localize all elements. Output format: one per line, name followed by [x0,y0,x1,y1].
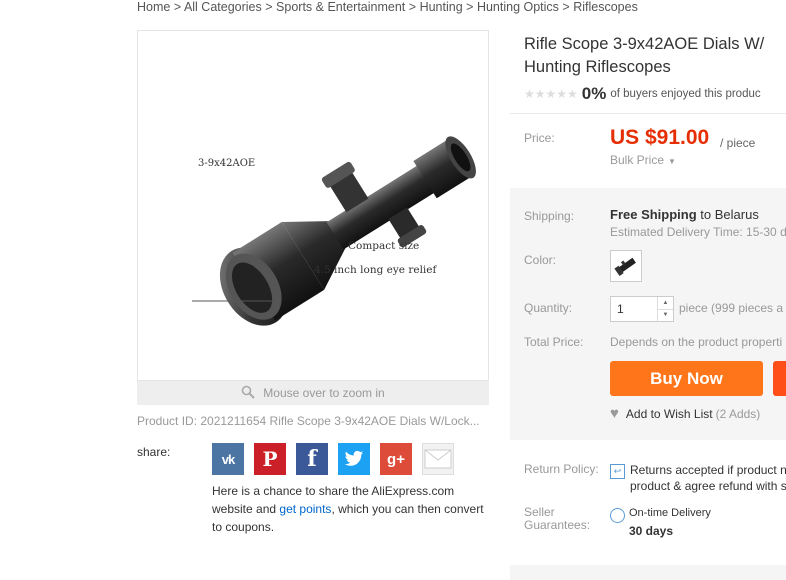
zoom-hint-text: Mouse over to zoom in [263,386,385,400]
shipping-destination[interactable]: to Belarus [697,207,759,222]
price-value: US $91.00 [610,126,710,149]
shipping-label: Shipping: [524,209,575,223]
clock-icon [610,508,625,523]
wishlist-label: Add to Wish List [625,406,713,421]
breadcrumb-sep: > [265,0,273,14]
product-title-line1: Rifle Scope 3-9x42AOE Dials W/ [524,35,765,53]
quantity-input[interactable] [611,297,657,321]
get-points-link[interactable]: get points [279,502,331,516]
price-unit: / piece [720,136,756,150]
google-plus-icon: g+ [387,450,405,468]
product-title: Rifle Scope 3-9x42AOE Dials W/ Hunting R… [524,33,786,79]
email-share-button[interactable] [422,443,454,475]
shipping-info: Free Shipping to Belarus [610,207,759,222]
vk-icon: vk [221,451,236,467]
pinterest-share-button[interactable]: P [254,443,286,475]
bulk-price-label: Bulk Price [610,153,665,167]
breadcrumb-sep: > [466,0,474,14]
product-title-line2: Hunting Riflescopes [524,58,671,76]
breadcrumb-riflescopes[interactable]: Riflescopes [573,0,638,14]
price-label: Price: [524,131,555,145]
return-policy-text: Returns accepted if product n product & … [630,463,786,493]
vk-share-button[interactable]: vk [212,443,244,475]
facebook-share-button[interactable]: f [296,443,328,475]
total-price-text: Depends on the product properti [610,335,783,349]
bottom-panel [510,565,786,580]
breadcrumb-home[interactable]: Home [137,0,170,14]
quantity-unit: piece (999 pieces a [679,301,784,315]
google-plus-share-button[interactable]: g+ [380,443,412,475]
add-to-cart-button[interactable] [773,361,786,396]
bulk-price-dropdown[interactable]: Bulk Price ▼ [610,153,676,167]
star-rating-icon: ★★★★★ [524,87,578,101]
magnifier-icon [241,385,256,402]
divider [510,113,786,114]
color-label: Color: [524,253,557,267]
heart-icon: ♥ [610,405,619,422]
breadcrumb-sep: > [408,0,417,14]
eye-relief-label: 4.5 inch long eye relief [314,264,437,276]
rating: ★★★★★ 0% of buyers enjoyed this produc [524,84,761,104]
breadcrumb-hunting-optics[interactable]: Hunting Optics [477,0,559,14]
envelope-icon [424,449,452,469]
free-shipping: Free Shipping [610,207,697,222]
quantity-decrease-button[interactable]: ▼ [658,310,673,322]
on-time-delivery: On-time Delivery [629,507,711,519]
twitter-icon [344,450,364,466]
seller-guarantees-label-line2: Guarantees: [524,518,591,532]
model-label: 3-9x42AOE [198,158,255,169]
riflescope-image: 3-9x42AOE Compact size 4.5 inch long eye… [192,136,476,326]
estimated-delivery: Estimated Delivery Time: 15-30 d [610,225,786,239]
quantity-label: Quantity: [524,301,573,315]
quantity-stepper: ▲ ▼ [610,296,674,322]
rating-text: of buyers enjoyed this produc [610,88,761,100]
add-to-wishlist[interactable]: ♥ Add to Wish List (2 Adds) [610,405,760,422]
zoom-hint-bar: Mouse over to zoom in [137,381,489,405]
facebook-icon: f [307,446,317,472]
caret-down-icon: ▼ [668,157,676,166]
breadcrumb-hunting[interactable]: Hunting [420,0,463,14]
rating-percent: 0% [581,84,607,103]
breadcrumb: Home > All Categories > Sports & Enterta… [137,0,638,14]
color-option[interactable] [610,250,642,282]
buy-now-button[interactable]: Buy Now [610,361,763,396]
total-price-label: Total Price: [524,335,584,349]
twitter-share-button[interactable] [338,443,370,475]
breadcrumb-sep: > [562,0,570,14]
return-policy-label: Return Policy: [524,462,599,476]
share-description: Here is a chance to share the AliExpress… [212,482,492,536]
share-buttons: vk P f g+ [212,443,454,475]
product-image[interactable]: 3-9x42AOE Compact size 4.5 inch long eye… [137,30,489,381]
wishlist-count: (2 Adds) [715,406,761,421]
breadcrumb-sep: > [173,0,182,14]
product-id: Product ID: 2021211654 Rifle Scope 3-9x4… [137,414,480,428]
quantity-spinner: ▲ ▼ [657,297,673,321]
pinterest-icon: P [262,447,278,471]
share-label: share: [137,445,171,459]
seller-guarantees-label: Seller Guarantees: [524,506,590,532]
return-icon: ↩ [610,464,625,479]
quantity-increase-button[interactable]: ▲ [658,297,673,310]
compact-label: Compact size [348,240,419,252]
breadcrumb-all-categories[interactable]: All Categories [184,0,262,14]
breadcrumb-sports[interactable]: Sports & Entertainment [276,0,405,14]
delivery-days: 30 days [629,524,674,538]
scope-thumbnail-icon [614,257,636,276]
